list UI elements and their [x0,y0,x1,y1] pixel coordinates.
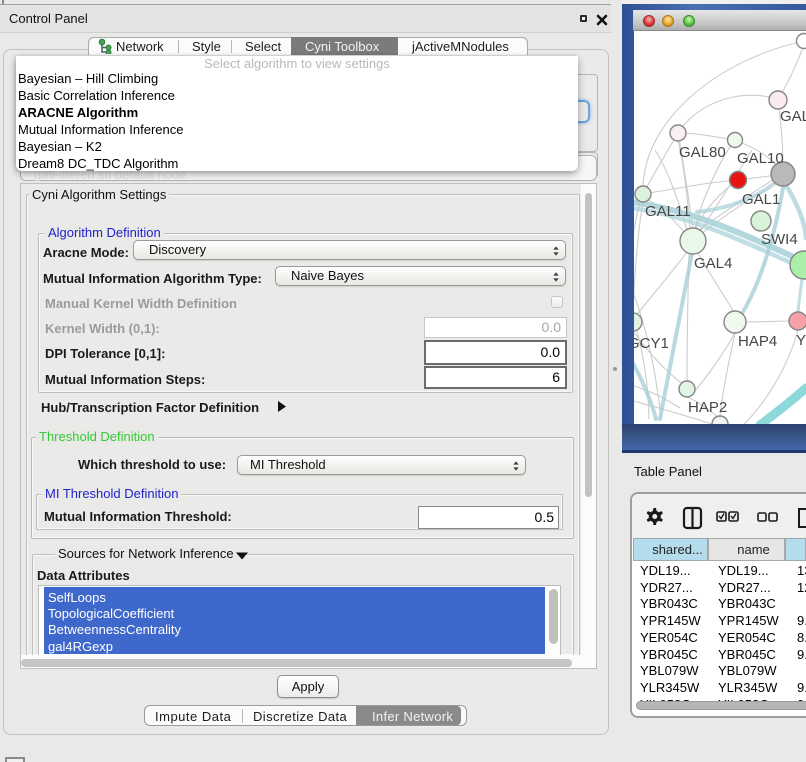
svg-text:HAP4: HAP4 [738,333,777,350]
svg-text:GAL1: GAL1 [742,191,780,208]
svg-text:GCY1: GCY1 [634,335,669,352]
svg-text:SWI4: SWI4 [761,231,798,248]
svg-text:GAL10: GAL10 [737,150,784,167]
svg-text:GAL4: GAL4 [694,255,732,272]
svg-text:HAP2: HAP2 [688,399,727,416]
svg-text:Y: Y [796,332,806,349]
svg-text:GAL11: GAL11 [645,203,691,220]
svg-text:GAL7: GAL7 [780,108,806,125]
svg-text:GAL80: GAL80 [679,144,726,161]
